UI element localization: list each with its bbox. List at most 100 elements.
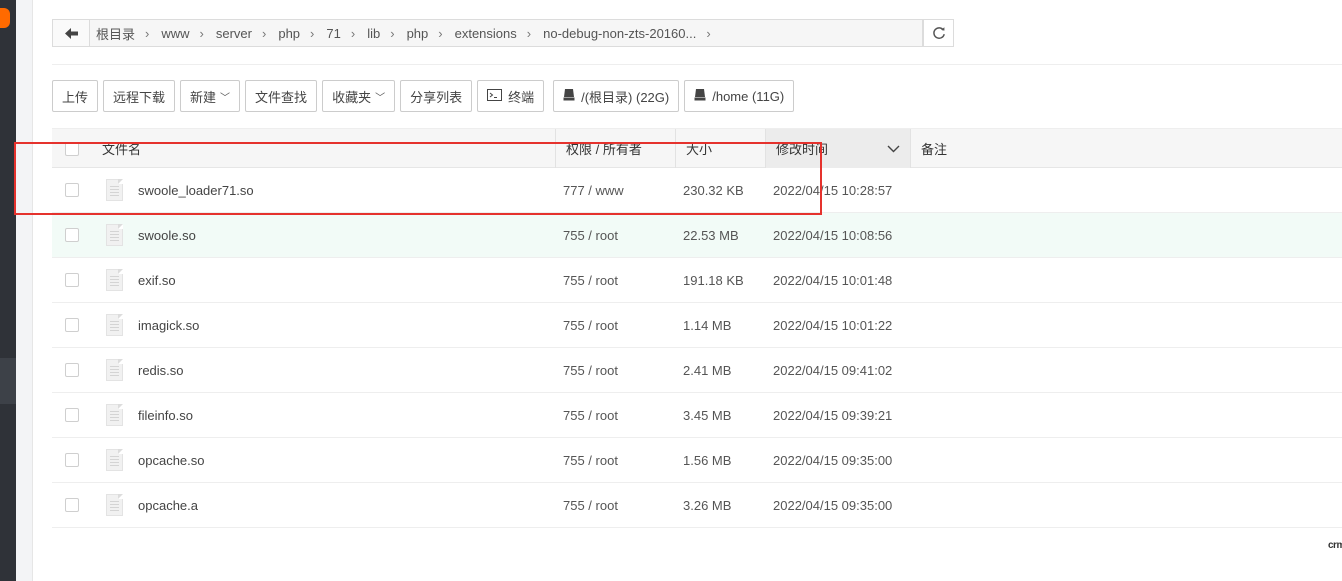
size-cell: 191.18 KB <box>683 272 744 288</box>
row-checkbox[interactable] <box>65 498 79 512</box>
header-name[interactable]: 文件名 <box>102 129 141 168</box>
breadcrumb-item[interactable]: php › <box>278 26 326 41</box>
file-name-link[interactable]: imagick.so <box>138 318 199 333</box>
table-row[interactable]: swoole.so 755 / root 22.53 MB 2022/04/15 10… <box>52 213 1342 258</box>
header-modified-time-label: 修改时间 <box>776 142 829 157</box>
row-select-cell <box>65 213 79 257</box>
header-size[interactable]: 大小 <box>675 129 765 168</box>
breadcrumb-item[interactable]: www › <box>161 26 216 41</box>
permission-cell: 755 / root <box>563 407 618 423</box>
select-all-checkbox[interactable] <box>65 141 79 156</box>
modified-time-cell: 2022/04/15 10:28:57 <box>773 182 893 198</box>
table-row[interactable]: swoole_loader71.so 777 / www 230.32 KB 2022… <box>52 168 1342 213</box>
header-note[interactable]: 备注 <box>910 129 1110 168</box>
row-checkbox[interactable] <box>65 228 79 242</box>
notification-badge[interactable] <box>0 8 10 28</box>
terminal-label: 终端 <box>508 89 535 105</box>
back-button[interactable] <box>53 20 90 46</box>
table-row[interactable]: opcache.a 755 / root 3.26 MB 2022/04/15 09:… <box>52 483 1342 528</box>
chevron-right-icon: › <box>390 25 395 41</box>
modified-time-cell: 2022/04/15 10:01:48 <box>773 272 893 288</box>
file-search-label: 文件查找 <box>255 89 308 105</box>
file-icon <box>106 179 123 201</box>
breadcrumb-item[interactable]: lib › <box>367 26 406 41</box>
left-sidebar-strip <box>0 0 16 581</box>
modified-time-cell: 2022/04/15 10:01:22 <box>773 317 893 333</box>
breadcrumb-item[interactable]: 根目录 › <box>96 24 161 43</box>
breadcrumb-item[interactable]: php › <box>407 26 455 41</box>
file-name-cell: imagick.so <box>106 303 199 347</box>
row-checkbox[interactable] <box>65 273 79 287</box>
refresh-icon <box>932 27 945 39</box>
table-row[interactable]: redis.so 755 / root 2.41 MB 2022/04/15 09:4… <box>52 348 1342 393</box>
file-name-cell: opcache.a <box>106 483 198 527</box>
row-checkbox[interactable] <box>65 363 79 377</box>
modified-time-cell: 2022/04/15 09:41:02 <box>773 362 893 378</box>
header-permission-label: 权限 / 所有者 <box>566 142 642 157</box>
share-list-button[interactable]: 分享列表 <box>400 80 473 112</box>
breadcrumb-item[interactable]: no-debug-non-zts-20160... › <box>543 26 723 41</box>
row-select-cell <box>65 393 79 437</box>
breadcrumb-item[interactable]: 71 › <box>326 26 367 41</box>
header-modified-time[interactable]: 修改时间 <box>765 129 910 168</box>
table-row[interactable]: opcache.so 755 / root 1.56 MB 2022/04/15 09… <box>52 438 1342 483</box>
header-permission[interactable]: 权限 / 所有者 <box>555 129 675 168</box>
breadcrumb-item[interactable]: server › <box>216 26 278 41</box>
sidebar-selected-item[interactable] <box>0 358 16 404</box>
file-name-link[interactable]: swoole.so <box>138 228 196 243</box>
remote-download-button[interactable]: 远程下载 <box>103 80 176 112</box>
table-row[interactable]: fileinfo.so 755 / root 3.45 MB 2022/04/15 0… <box>52 393 1342 438</box>
file-icon <box>106 404 123 426</box>
breadcrumb: 根目录 › www › server › php › 71 › lib › php › extensions… <box>90 20 723 46</box>
file-name-link[interactable]: fileinfo.so <box>138 408 193 423</box>
chevron-down-icon: ﹀ <box>375 92 386 104</box>
disk-home-button[interactable]: /home (11G) <box>684 80 795 112</box>
refresh-button[interactable] <box>923 19 954 47</box>
select-all-cell <box>65 129 79 168</box>
header-note-label: 备注 <box>921 142 948 157</box>
table-row[interactable]: exif.so 755 / root 191.18 KB 2022/04/15 10:… <box>52 258 1342 303</box>
row-checkbox[interactable] <box>65 408 79 422</box>
row-checkbox[interactable] <box>65 183 79 197</box>
chevron-right-icon: › <box>706 25 711 41</box>
permission-cell: 755 / root <box>563 227 618 243</box>
size-cell: 22.53 MB <box>683 227 739 243</box>
permission-cell: 755 / root <box>563 497 618 513</box>
file-name-link[interactable]: redis.so <box>138 363 184 378</box>
favorites-dropdown-button[interactable]: 收藏夹 ﹀ <box>322 80 396 112</box>
terminal-icon <box>487 88 503 104</box>
breadcrumb-item[interactable]: extensions › <box>455 26 544 41</box>
size-cell: 2.41 MB <box>683 362 732 378</box>
breadcrumb-label: php <box>406 25 429 41</box>
size-cell: 1.56 MB <box>683 452 732 468</box>
modified-time-cell: 2022/04/15 09:35:00 <box>773 452 893 468</box>
modified-time-cell: 2022/04/15 09:35:00 <box>773 497 893 513</box>
share-list-label: 分享列表 <box>410 89 463 105</box>
file-name-link[interactable]: exif.so <box>138 273 176 288</box>
file-search-button[interactable]: 文件查找 <box>245 80 318 112</box>
file-icon <box>106 359 123 381</box>
row-checkbox[interactable] <box>65 453 79 467</box>
disk-root-button[interactable]: /(根目录) (22G) <box>553 80 680 112</box>
modified-time-cell: 2022/04/15 09:39:21 <box>773 407 893 423</box>
file-manager-panel: 根目录 › www › server › php › 71 › lib › php › extensions… <box>32 0 1342 581</box>
chevron-right-icon: › <box>526 25 532 41</box>
permission-cell: 755 / root <box>563 317 618 333</box>
table-row[interactable]: imagick.so 755 / root 1.14 MB 2022/04/15 10… <box>52 303 1342 348</box>
file-name-cell: redis.so <box>106 348 184 392</box>
file-name-cell: fileinfo.so <box>106 393 193 437</box>
hard-drive-icon <box>694 88 706 104</box>
file-icon <box>106 269 123 291</box>
modified-time-cell: 2022/04/15 10:08:56 <box>773 227 893 243</box>
file-name-link[interactable]: opcache.so <box>138 453 205 468</box>
disk-home-label: /home (11G) <box>712 88 785 104</box>
upload-button[interactable]: 上传 <box>52 80 99 112</box>
new-dropdown-button[interactable]: 新建 ﹀ <box>180 80 241 112</box>
terminal-button[interactable]: 终端 <box>477 80 545 112</box>
row-checkbox[interactable] <box>65 318 79 332</box>
table-header: 文件名 权限 / 所有者 大小 修改时间 备注 <box>52 128 1342 168</box>
hard-drive-icon <box>563 88 575 104</box>
file-name-link[interactable]: swoole_loader71.so <box>138 183 254 198</box>
file-name-link[interactable]: opcache.a <box>138 498 198 513</box>
breadcrumb-label: server <box>215 25 252 41</box>
